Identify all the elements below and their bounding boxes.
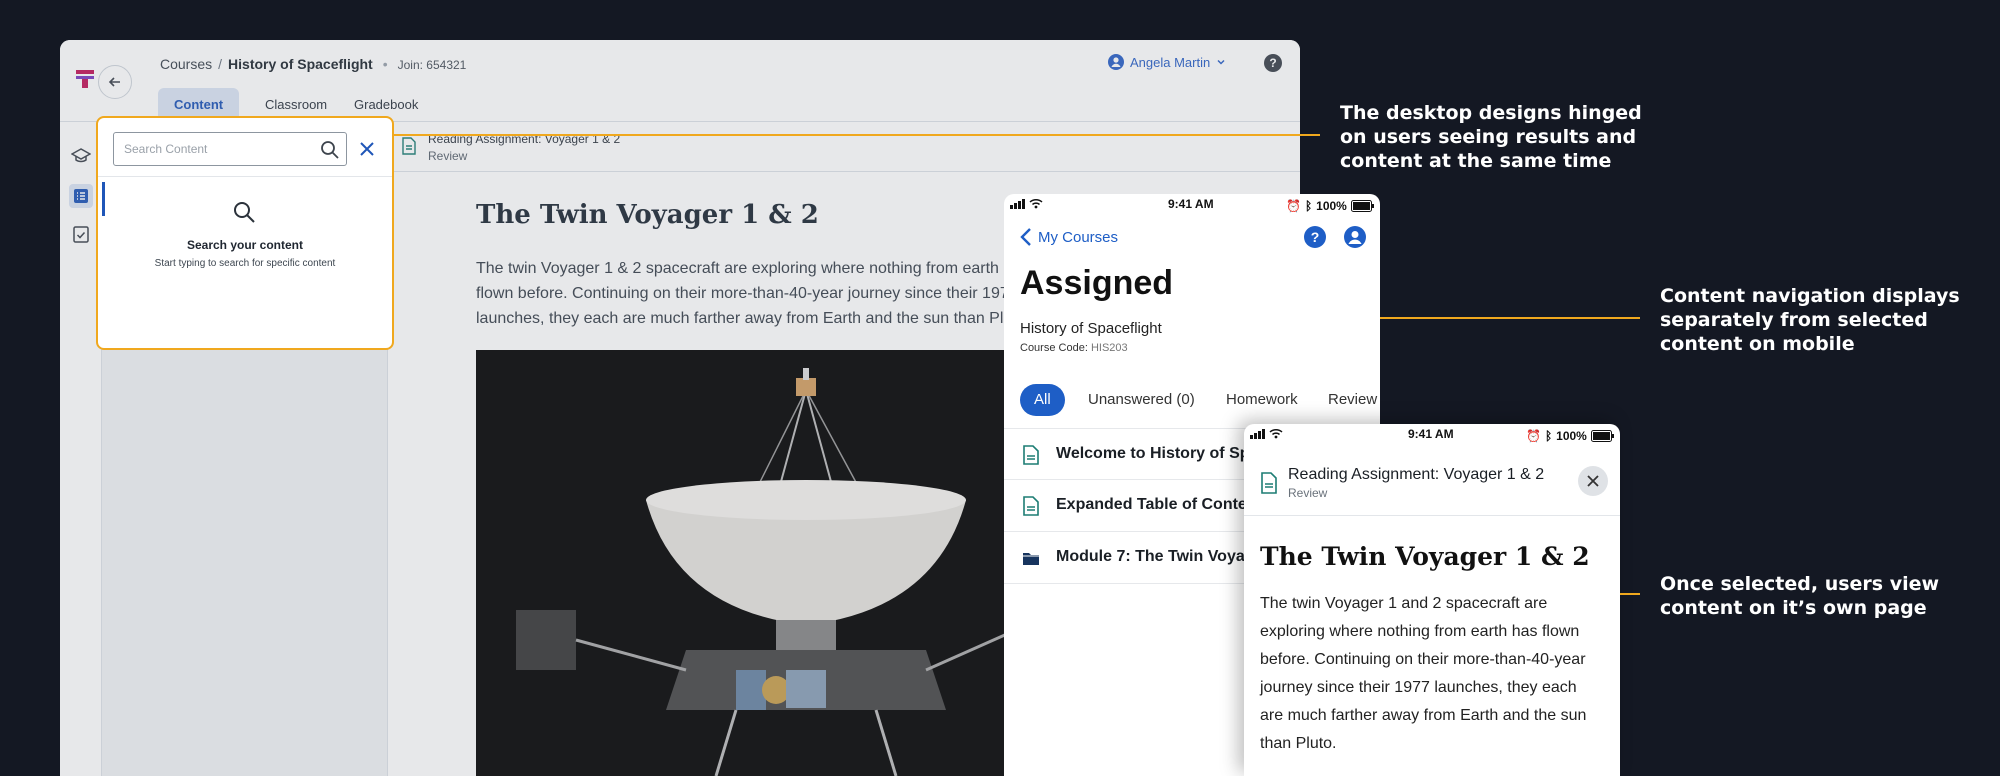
content-title: The Twin Voyager 1 & 2	[1260, 542, 1590, 571]
status-signal	[1010, 197, 1046, 215]
battery-icon	[1590, 430, 1614, 442]
connector-line-mobile-nav	[1380, 317, 1640, 319]
annotation-desktop: The desktop designs hinged on users seei…	[1340, 102, 1642, 172]
course-code-label: Course Code:	[1020, 342, 1088, 354]
folder-icon	[1023, 553, 1039, 565]
magnifier-icon	[234, 202, 255, 223]
search-divider	[98, 176, 392, 177]
search-empty-subtext: Start typing to search for specific cont…	[154, 258, 336, 269]
user-avatar-icon[interactable]	[1344, 226, 1366, 248]
filter-homework[interactable]: Homework	[1212, 384, 1312, 416]
course-name: History of Spaceflight	[1020, 320, 1162, 337]
alarm-icon: ⏰	[1286, 199, 1301, 213]
back-label: My Courses	[1038, 228, 1119, 246]
status-time: 9:41 AM	[1408, 427, 1454, 441]
status-battery: ⏰ ᛒ 100%	[1286, 197, 1375, 215]
connector-line-desktop	[394, 134, 1320, 136]
signal-wifi-icon	[1250, 428, 1283, 439]
bluetooth-icon: ᛒ	[1304, 199, 1313, 213]
signal-wifi-icon	[1010, 198, 1043, 209]
help-button[interactable]: ?	[1304, 226, 1326, 248]
content-header-title: Reading Assignment: Voyager 1 & 2	[1288, 466, 1545, 483]
my-courses-back-button[interactable]: My Courses	[1020, 228, 1118, 246]
course-code-value: HIS203	[1090, 342, 1128, 354]
battery-icon	[1350, 200, 1374, 212]
alarm-icon: ⏰	[1526, 429, 1541, 443]
document-icon	[1023, 496, 1039, 516]
search-focus-accent	[102, 182, 105, 216]
mobile-content-screen: 9:41 AM ⏰ ᛒ 100% Reading Assignment: Voyag…	[1244, 424, 1620, 776]
annotation-mobile-content: Once selected, users view content on it’…	[1660, 573, 1940, 619]
status-time: 9:41 AM	[1168, 197, 1214, 211]
content-body: The twin Voyager 1 and 2 spacecraft are …	[1260, 595, 1587, 752]
search-empty-heading: Search your content	[186, 238, 304, 252]
close-content-button[interactable]	[1578, 466, 1608, 496]
content-header-subtitle: Review	[1288, 486, 1328, 500]
document-icon	[1023, 445, 1039, 465]
status-signal	[1250, 427, 1286, 445]
filter-all[interactable]: All	[1020, 384, 1065, 416]
connector-line-mobile-content	[1620, 593, 1640, 595]
search-popover: Search your content Start typing to sear…	[96, 116, 394, 350]
search-input[interactable]	[113, 132, 347, 166]
annotation-mobile-nav: Content navigation displays separately f…	[1660, 285, 1960, 355]
battery-percent: 100%	[1556, 429, 1587, 443]
course-code: Course Code: HIS203	[1020, 342, 1128, 354]
page-title: Assigned	[1020, 264, 1174, 302]
close-icon	[1587, 475, 1599, 487]
document-icon	[1261, 472, 1277, 494]
filter-review[interactable]: Review	[1314, 384, 1380, 416]
list-item-label: Expanded Table of Contents	[1056, 496, 1271, 513]
chevron-left-icon	[1020, 228, 1031, 246]
bluetooth-icon: ᛒ	[1544, 429, 1553, 443]
battery-percent: 100%	[1316, 199, 1347, 213]
status-battery: ⏰ ᛒ 100%	[1526, 427, 1615, 445]
close-search-button[interactable]	[356, 138, 378, 160]
close-icon	[360, 142, 374, 156]
filter-unanswered[interactable]: Unanswered (0)	[1074, 384, 1209, 416]
search-icon[interactable]	[320, 140, 340, 160]
